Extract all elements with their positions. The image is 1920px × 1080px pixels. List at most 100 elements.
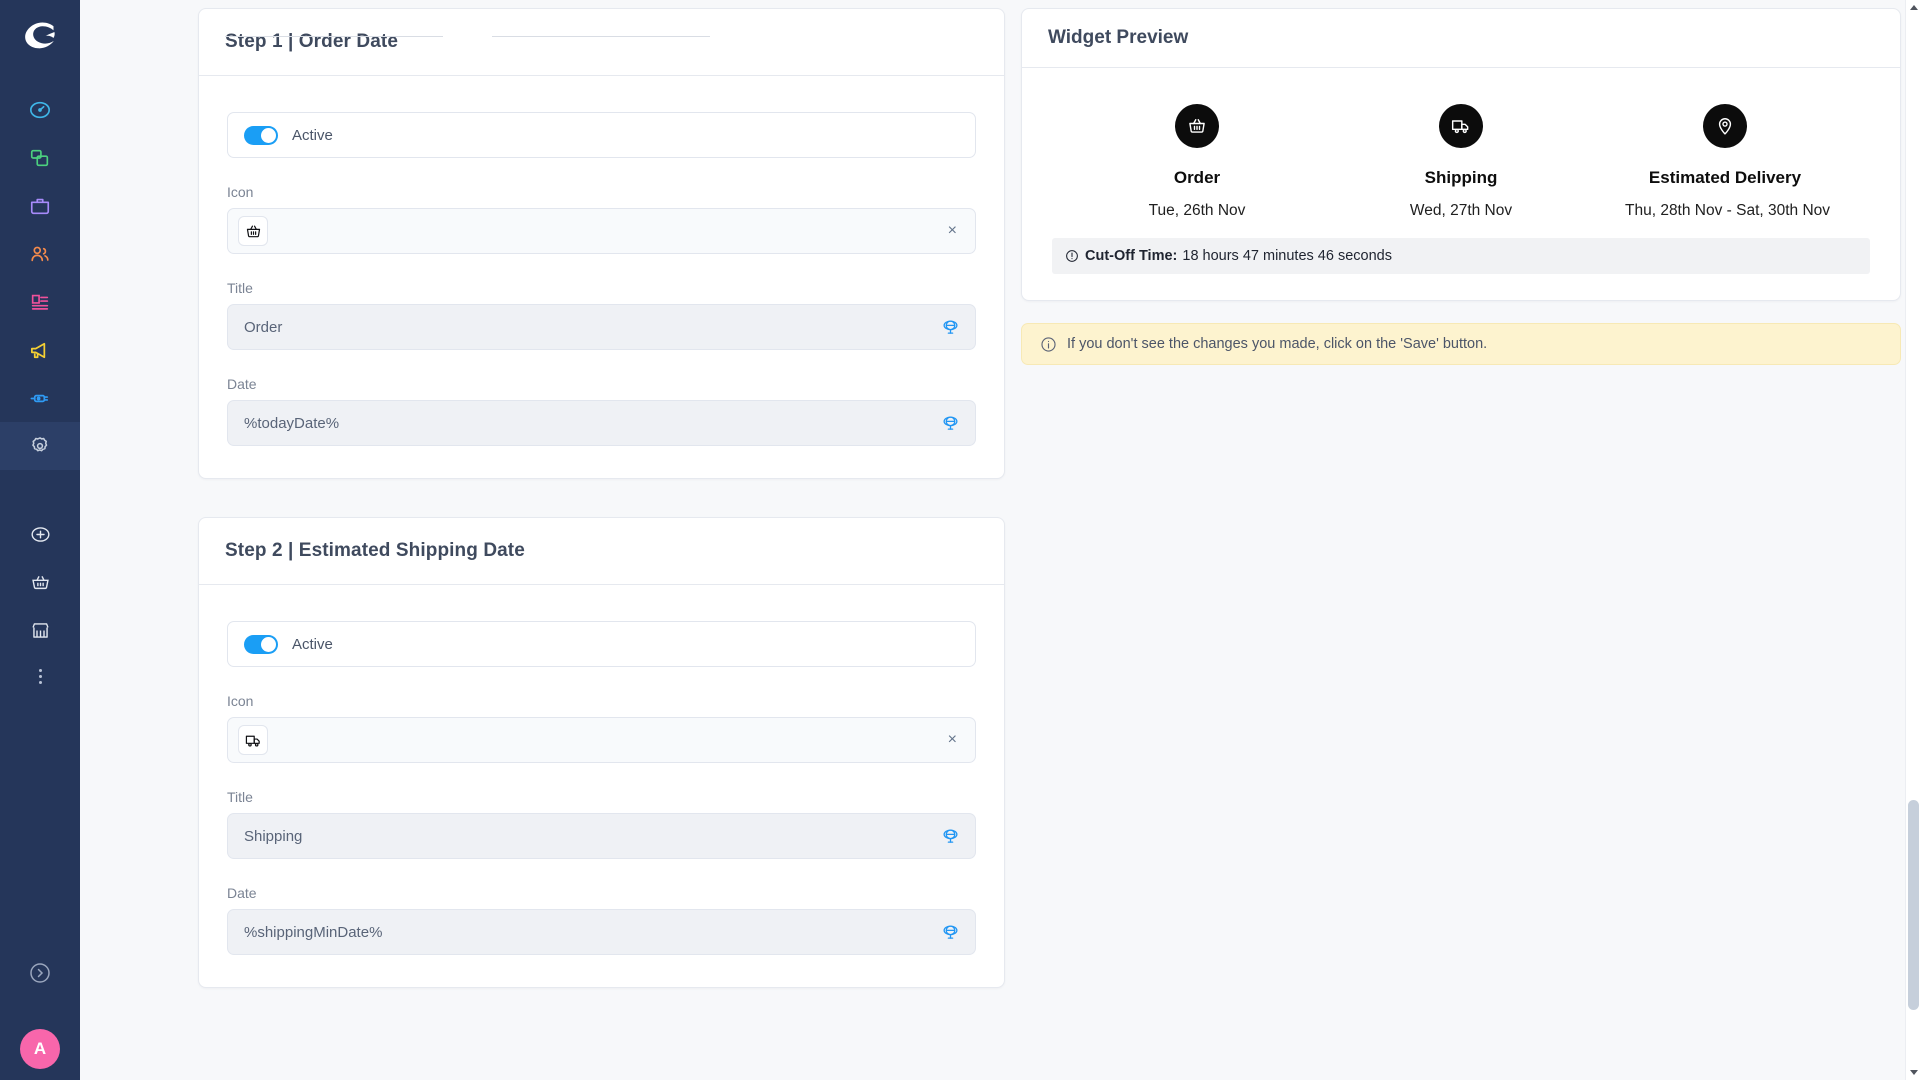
step-2-title-input[interactable]: Shipping [227, 813, 976, 859]
more-vertical-icon [38, 668, 42, 684]
step-1-date-input[interactable]: %todayDate% [227, 400, 976, 446]
sidebar-item-integrations[interactable] [0, 374, 80, 422]
preview-steps: Order Tue, 26th Nov Shipping Wed, 27th N… [225, 36, 1870, 220]
page-scrollbar[interactable] [1905, 0, 1920, 1080]
step-2-active-row[interactable]: Active [227, 621, 976, 667]
form-list-icon [31, 294, 49, 310]
info-icon [1041, 336, 1056, 352]
megaphone-icon [30, 342, 45, 358]
map-pin-icon [1718, 118, 1732, 135]
brand-logo[interactable] [0, 0, 80, 72]
step-2-active-toggle[interactable] [244, 634, 278, 654]
widget-preview-body: Order Tue, 26th Nov Shipping Wed, 27th N… [225, 36, 1900, 300]
preview-step-shipping-circle [1439, 104, 1483, 148]
step-1-active-row[interactable]: Active [227, 112, 976, 158]
basket-icon [1189, 119, 1205, 133]
step-1-title-input[interactable]: Order [227, 304, 976, 350]
sidebar-item-audience[interactable] [0, 230, 80, 278]
sidebar-item-forms[interactable] [0, 278, 80, 326]
step-2-date-translate-button[interactable] [942, 924, 959, 941]
chevron-down-icon [1909, 1070, 1918, 1075]
store-icon [31, 622, 49, 638]
step-1-selected-icon-chip[interactable] [238, 216, 268, 246]
save-hint-text: If you don't see the changes you made, c… [1067, 336, 1488, 352]
step-2-date-input[interactable]: %shippingMinDate% [227, 909, 976, 955]
brand-logo-icon [25, 22, 55, 49]
preview-step-delivery-circle [1703, 104, 1747, 148]
truck-icon [1451, 120, 1469, 134]
scrollbar-down-button[interactable] [1906, 1065, 1920, 1080]
step-1-active-label: Active [292, 126, 333, 144]
step-2-selected-icon-chip[interactable] [238, 725, 268, 755]
sidebar-item-store[interactable] [0, 606, 80, 654]
step-2-title: Step 2 | Estimated Shipping Date [225, 540, 525, 561]
preview-column: Widget Preview Order Tue, 26th Nov Shipp… [225, 8, 1901, 1080]
cut-off-time-bar: Cut-Off Time: 18 hours 47 minutes 46 sec… [1052, 238, 1870, 274]
sidebar-item-add[interactable] [0, 510, 80, 558]
step-2-title-value: Shipping [244, 827, 303, 845]
step-2-icon-field-block: Icon × [227, 693, 976, 763]
preview-step-delivery-date: Thu, 28th Nov - Sat, 30th Nov [1625, 202, 1831, 219]
step-2-body: Active Icon × Title Shipping Date %shipp… [199, 585, 1004, 987]
step-connector-1 [225, 36, 443, 37]
sidebar-item-settings[interactable] [0, 422, 80, 470]
step-1-title-translate-button[interactable] [942, 319, 959, 336]
gear-icon [32, 437, 48, 452]
step-1-icon-clear-button[interactable]: × [946, 221, 959, 241]
sidebar-item-basket[interactable] [0, 558, 80, 606]
preview-step-shipping: Shipping Wed, 27th Nov [1361, 98, 1561, 220]
step-2-title-label: Title [227, 789, 253, 805]
preview-step-delivery: Estimated Delivery Thu, 28th Nov - Sat, … [1625, 98, 1831, 220]
preview-step-shipping-date: Wed, 27th Nov [1409, 202, 1513, 219]
step-1-icon-field-block: Icon × [227, 184, 976, 254]
settings-column: Step 1 | Order Date Active Icon × Title … [80, 8, 1005, 1080]
preview-step-shipping-name: Shipping [1424, 168, 1498, 187]
step-1-title-field-block: Title Order [227, 280, 976, 350]
step-1-date-label: Date [227, 376, 257, 392]
content-columns: Step 1 | Order Date Active Icon × Title … [80, 8, 1905, 1080]
sidebar-item-briefcase[interactable] [0, 182, 80, 230]
sidebar-collapse-toggle[interactable] [0, 945, 80, 1001]
info-circle-icon [1040, 336, 1057, 353]
step-1-date-translate-button[interactable] [942, 415, 959, 432]
scrollbar-thumb[interactable] [1908, 800, 1919, 1010]
step-2-title-field-block: Title Shipping [227, 789, 976, 859]
preview-step-delivery-circle-row [1625, 98, 1825, 154]
step-2-date-field-block: Date %shippingMinDate% [227, 885, 976, 955]
globe-icon [943, 319, 958, 334]
preview-step-shipping-circle-row [1361, 98, 1561, 154]
briefcase-icon [30, 198, 50, 215]
step-2-header: Step 2 | Estimated Shipping Date [199, 518, 1004, 585]
step-1-date-field-block: Date %todayDate% [227, 376, 976, 446]
plug-icon [30, 394, 48, 402]
step-connector-2 [492, 36, 710, 37]
step-1-icon-input[interactable]: × [227, 208, 976, 254]
sidebar-item-announcements[interactable] [0, 326, 80, 374]
avatar[interactable]: A [20, 1029, 60, 1069]
copy-windows-icon [30, 149, 49, 167]
step-2-icon-input[interactable]: × [227, 717, 976, 763]
cut-off-time-value: 18 hours 47 minutes 46 seconds [1182, 248, 1392, 264]
scrollbar-up-button[interactable] [1906, 0, 1920, 15]
sidebar-item-campaigns[interactable] [0, 134, 80, 182]
sidebar-item-dashboard[interactable] [0, 86, 80, 134]
step-2-card: Step 2 | Estimated Shipping Date Active … [198, 517, 1005, 988]
exclamation-circle-icon [1066, 250, 1078, 262]
step-1-active-toggle[interactable] [244, 125, 278, 145]
avatar-container: A [0, 1018, 80, 1080]
step-2-title-translate-button[interactable] [942, 828, 959, 845]
step-1-title-label: Title [227, 280, 253, 296]
gauge-icon [30, 101, 50, 119]
globe-icon [943, 415, 958, 430]
cut-off-time-label: Cut-Off Time: [1085, 248, 1178, 264]
step-1-icon-label: Icon [227, 184, 254, 200]
sidebar-item-more[interactable] [0, 654, 80, 698]
main-content: Step 1 | Order Date Active Icon × Title … [80, 0, 1920, 1080]
preview-step-order-circle-row [1097, 98, 1297, 154]
step-2-icon-clear-button[interactable]: × [946, 730, 959, 750]
chevron-right-circle-icon [30, 963, 50, 983]
preview-step-order-circle [1175, 104, 1219, 148]
step-2-active-label: Active [292, 635, 333, 653]
plus-circle-icon [30, 526, 50, 542]
preview-step-delivery-name: Estimated Delivery [1648, 168, 1802, 187]
